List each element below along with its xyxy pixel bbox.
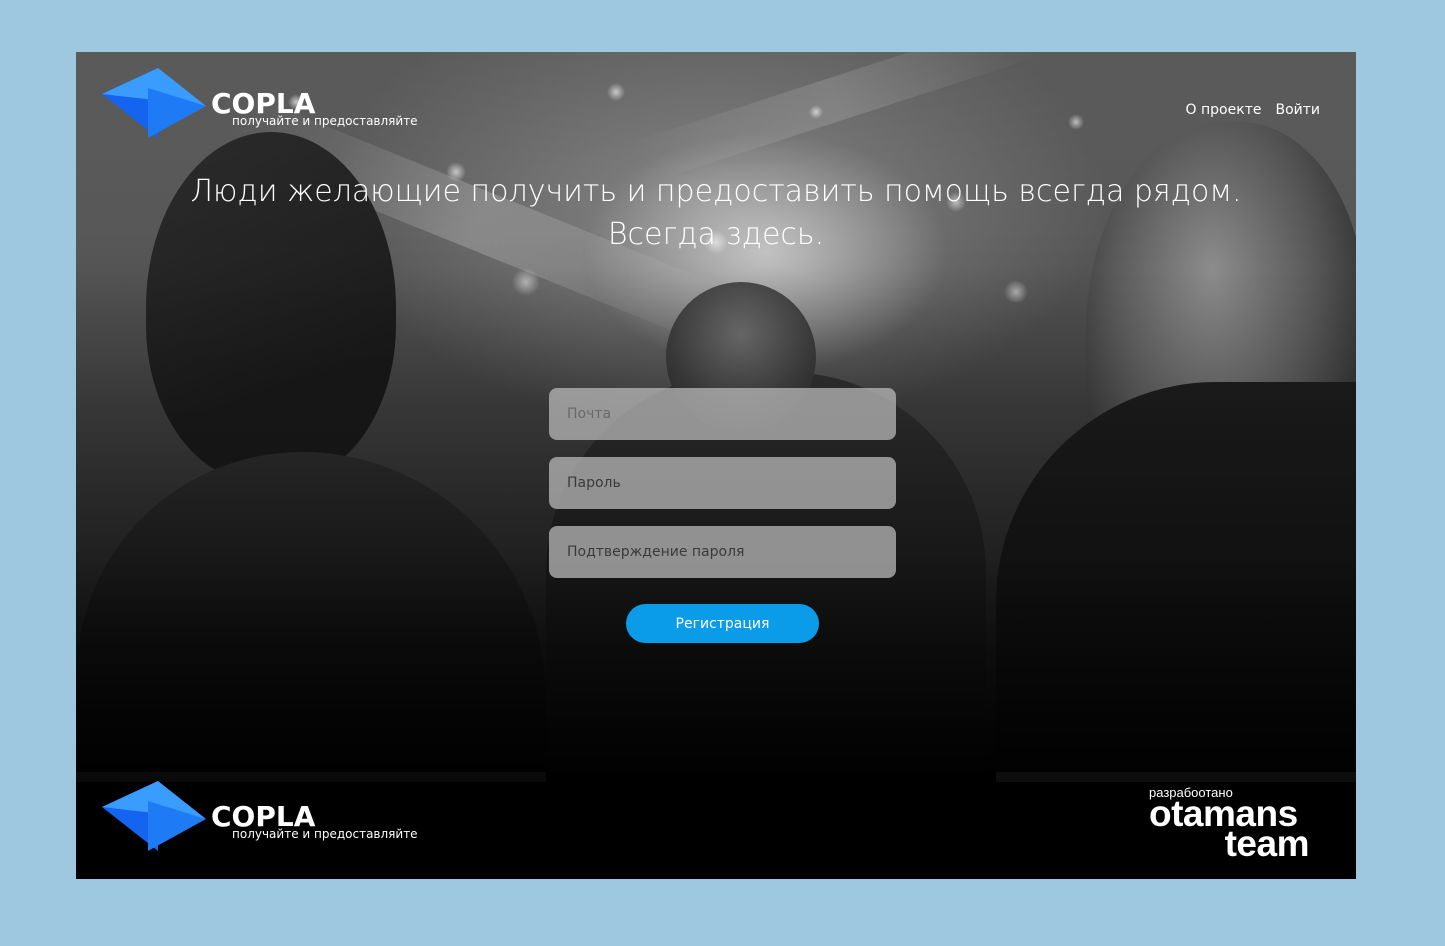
hero-headline-line1: Люди желающие получить и предоставить по…: [190, 174, 1242, 209]
footer-logo[interactable]: COPLA получайте и предоставляйте: [102, 781, 422, 851]
password-input[interactable]: [549, 457, 896, 509]
nav-about-link[interactable]: О проекте: [1186, 102, 1262, 118]
header-logo[interactable]: COPLA получайте и предоставляйте: [102, 68, 422, 138]
hero-headline: Люди желающие получить и предоставить по…: [76, 170, 1356, 256]
header-nav: О проекте Войти: [1186, 102, 1320, 118]
logo-arrow-icon: [102, 781, 206, 851]
developer-logo: otamans team: [1149, 795, 1324, 862]
page-frame: COPLA получайте и предоставляйте О проек…: [76, 52, 1356, 879]
developer-credit[interactable]: разрабоотано otamans team: [1149, 785, 1310, 862]
nav-login-link[interactable]: Войти: [1275, 102, 1320, 118]
registration-form: Регистрация: [549, 388, 896, 643]
email-input[interactable]: [549, 388, 896, 440]
hero-headline-line2: Всегда здесь.: [607, 217, 825, 252]
logo-arrow-icon: [102, 68, 206, 138]
logo-tagline: получайте и предоставляйте: [232, 827, 418, 841]
confirm-password-input[interactable]: [549, 526, 896, 578]
logo-tagline: получайте и предоставляйте: [232, 114, 418, 128]
register-button[interactable]: Регистрация: [626, 604, 819, 643]
